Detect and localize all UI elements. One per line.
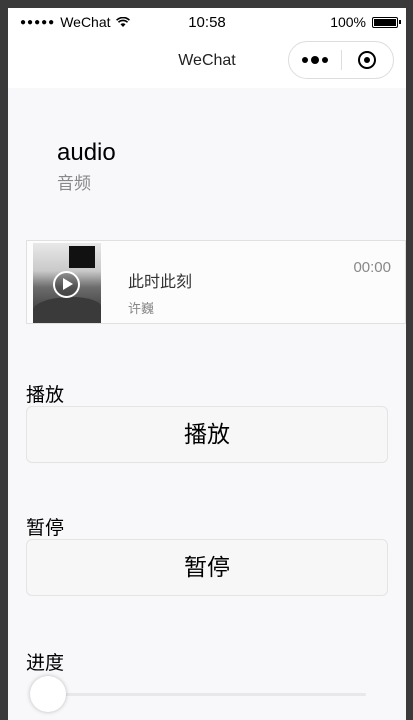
progress-section-label: 进度 xyxy=(26,653,65,674)
navigation-bar: WeChat xyxy=(8,36,406,88)
audio-author: 许巍 xyxy=(128,301,155,316)
page-title: audio xyxy=(57,139,116,166)
audio-time: 00:00 xyxy=(353,259,391,276)
play-section-label: 播放 xyxy=(26,385,65,406)
pause-button[interactable]: 暂停 xyxy=(26,539,388,596)
audio-player: 此时此刻 许巍 00:00 xyxy=(26,240,406,324)
more-dots-icon[interactable] xyxy=(289,56,341,64)
audio-name: 此时此刻 xyxy=(128,274,193,291)
progress-slider-track[interactable] xyxy=(44,693,366,696)
album-cover-seal xyxy=(69,246,95,268)
album-cover xyxy=(33,243,101,323)
close-circle-icon[interactable] xyxy=(342,51,394,69)
pause-section-label: 暂停 xyxy=(26,518,65,539)
menu-capsule xyxy=(288,41,394,79)
play-button[interactable]: 播放 xyxy=(26,406,388,463)
album-cover-landscape xyxy=(33,297,101,323)
status-bar: ●●●●● WeChat 10:58 100% xyxy=(8,8,406,36)
battery-icon xyxy=(372,16,401,28)
play-icon[interactable] xyxy=(53,271,80,298)
page-subtitle: 音频 xyxy=(57,174,91,193)
progress-slider-thumb[interactable] xyxy=(30,676,66,712)
mini-program-screen: ●●●●● WeChat 10:58 100% WeChat audio 音频 xyxy=(8,8,406,720)
battery-percent: 100% xyxy=(330,14,366,30)
status-right: 100% xyxy=(330,14,401,30)
